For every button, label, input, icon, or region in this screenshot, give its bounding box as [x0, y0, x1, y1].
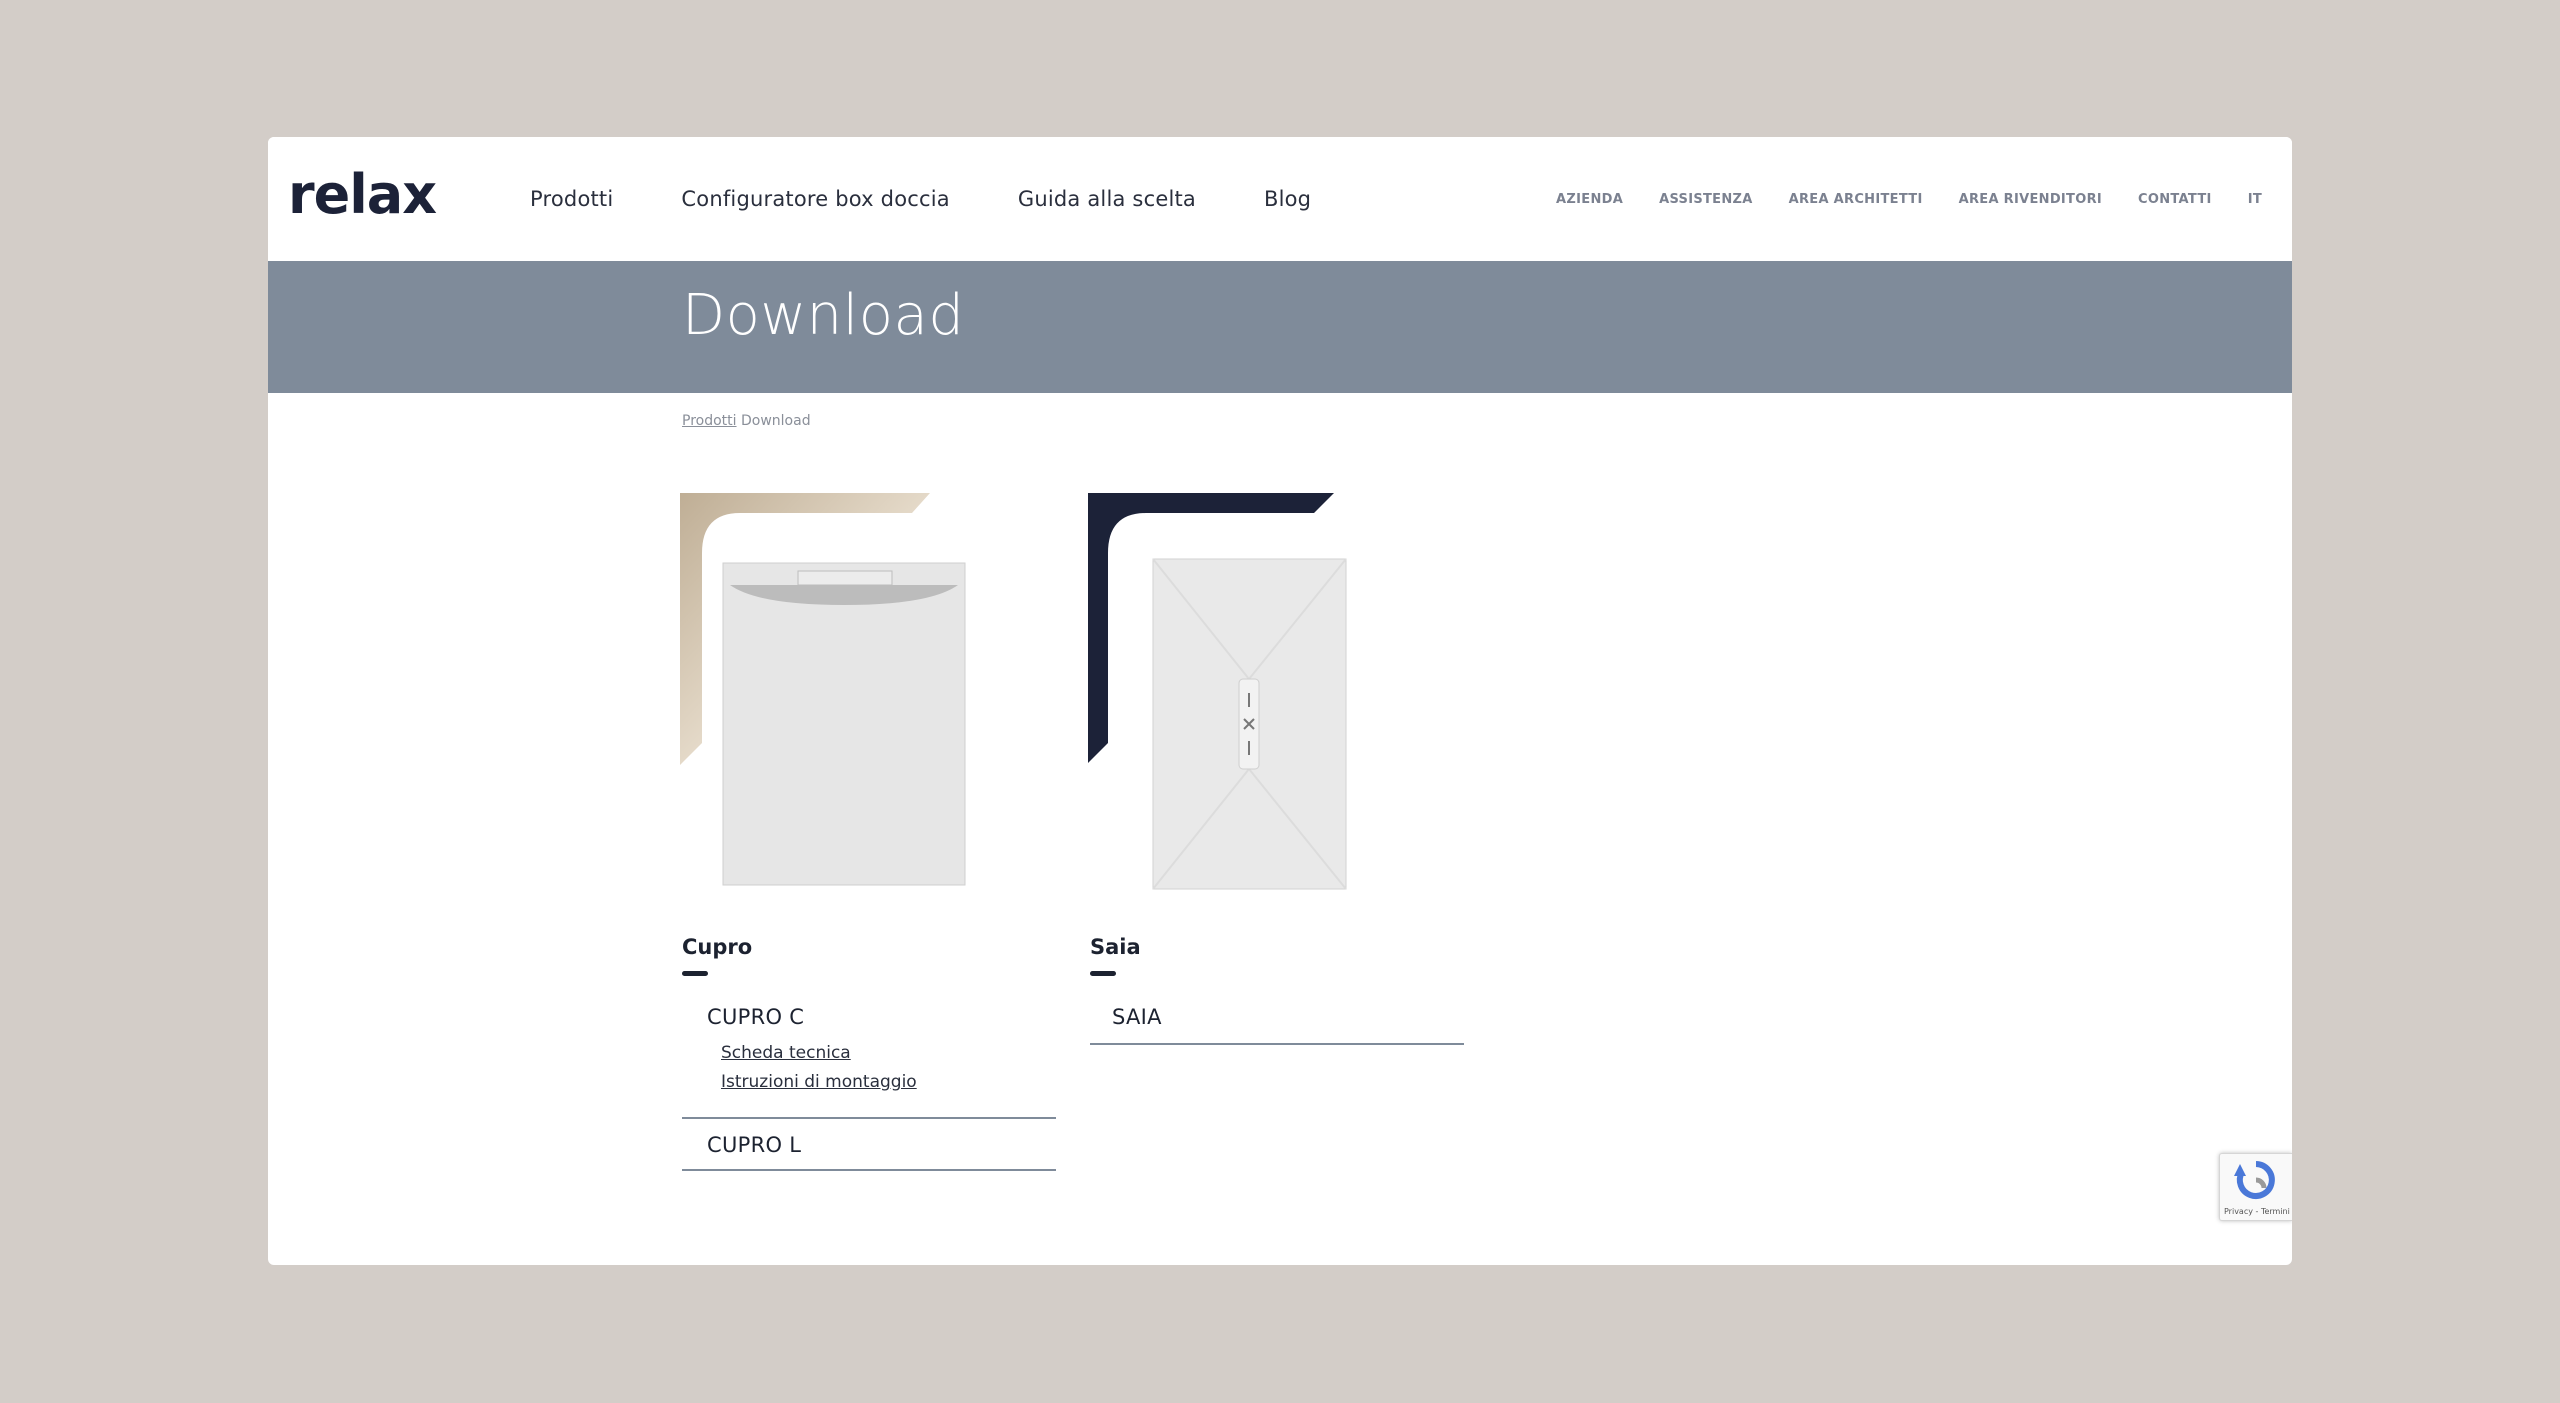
- model-name-cupro-l[interactable]: CUPRO L: [682, 1133, 1056, 1157]
- product-image-cupro[interactable]: [680, 493, 1020, 903]
- product-title-saia: Saia: [1090, 935, 1141, 959]
- nav-area-rivenditori[interactable]: AREA RIVENDITORI: [1959, 192, 2102, 207]
- nav-contatti[interactable]: CONTATTI: [2138, 192, 2212, 207]
- breadcrumb: Prodotti Download: [682, 413, 811, 429]
- nav-guida[interactable]: Guida alla scelta: [1018, 187, 1196, 211]
- link-scheda-tecnica[interactable]: Scheda tecnica: [721, 1043, 1056, 1063]
- main-nav: Prodotti Configuratore box doccia Guida …: [530, 137, 1379, 261]
- model-cupro-c: CUPRO C Scheda tecnica Istruzioni di mon…: [682, 1005, 1056, 1119]
- page-banner: Download: [268, 261, 2292, 393]
- language-switch[interactable]: IT: [2248, 192, 2262, 207]
- site-header: relax Prodotti Configuratore box doccia …: [268, 137, 2292, 261]
- relax-logo[interactable]: relax: [288, 167, 460, 223]
- page-title: Download: [682, 283, 965, 348]
- breadcrumb-prodotti[interactable]: Prodotti: [682, 413, 737, 429]
- nav-blog[interactable]: Blog: [1264, 187, 1311, 211]
- model-name-cupro-c[interactable]: CUPRO C: [682, 1005, 1056, 1029]
- title-underline: [682, 971, 708, 976]
- title-underline: [1090, 971, 1116, 976]
- link-istruzioni-montaggio[interactable]: Istruzioni di montaggio: [721, 1072, 1056, 1092]
- product-card-cupro: Cupro CUPRO C Scheda tecnica Istruzioni …: [680, 493, 1060, 1171]
- recaptcha-icon: [2234, 1161, 2275, 1199]
- page-frame: relax Prodotti Configuratore box doccia …: [268, 137, 2292, 1265]
- model-saia[interactable]: SAIA: [1090, 1005, 1464, 1045]
- nav-assistenza[interactable]: ASSISTENZA: [1659, 192, 1753, 207]
- svg-text:relax: relax: [288, 167, 437, 223]
- model-cupro-l[interactable]: CUPRO L: [682, 1133, 1056, 1171]
- model-name-saia[interactable]: SAIA: [1090, 1005, 1464, 1029]
- product-title-cupro: Cupro: [682, 935, 753, 959]
- nav-area-architetti[interactable]: AREA ARCHITETTI: [1789, 192, 1923, 207]
- product-card-saia: Saia SAIA: [1088, 493, 1468, 1045]
- product-image-saia[interactable]: [1088, 493, 1428, 903]
- top-nav: AZIENDA ASSISTENZA AREA ARCHITETTI AREA …: [1520, 137, 2262, 261]
- recaptcha-text[interactable]: Privacy - Termini: [2224, 1207, 2290, 1216]
- nav-prodotti[interactable]: Prodotti: [530, 187, 613, 211]
- recaptcha-badge[interactable]: Privacy - Termini: [2219, 1153, 2292, 1221]
- breadcrumb-current: Download: [740, 413, 811, 429]
- nav-configuratore[interactable]: Configuratore box doccia: [681, 187, 949, 211]
- nav-azienda[interactable]: AZIENDA: [1556, 192, 1623, 207]
